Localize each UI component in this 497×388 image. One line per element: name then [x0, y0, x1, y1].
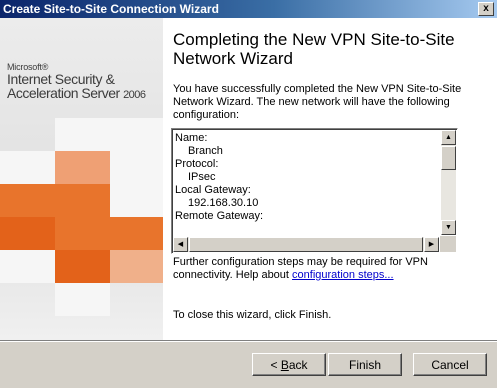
banner-tile [110, 250, 163, 283]
closing-instruction: To close this wizard, click Finish. [173, 309, 332, 321]
scroll-left-button[interactable]: ◀ [173, 237, 188, 252]
banner-tile [55, 118, 110, 151]
config-line: Name: [175, 132, 208, 144]
configuration-summary-box[interactable]: Name: Branch Protocol: IPsec Local Gateway: 1… [171, 128, 458, 254]
config-line: Branch [188, 145, 223, 157]
scroll-down-button[interactable]: ▼ [441, 220, 456, 235]
banner-tile [55, 184, 110, 217]
intro-text: You have successfully completed the New … [173, 83, 462, 121]
back-button[interactable]: < Back [252, 353, 326, 376]
back-arrow: < [270, 358, 281, 372]
config-line: 192.168.30.10 [188, 197, 259, 209]
banner-tile [110, 217, 163, 250]
back-label: ack [288, 358, 308, 372]
banner-tile [110, 184, 163, 217]
wizard-window: Create Site-to-Site Connection Wizard x … [0, 0, 497, 388]
scrollbar-corner [440, 236, 456, 252]
horizontal-scrollbar[interactable]: ◀ ▶ [173, 237, 439, 252]
configuration-steps-link[interactable]: configuration steps... [292, 269, 394, 281]
product-logo: Microsoft® Internet Security & Accelerat… [7, 62, 146, 103]
further-config-note: Further configuration steps may be requi… [173, 256, 478, 282]
config-line: IPsec [188, 171, 216, 183]
banner-tile [0, 217, 55, 250]
page-title: Completing the New VPN Site-to-Site Netw… [173, 30, 455, 68]
vertical-scroll-thumb[interactable] [441, 146, 456, 170]
banner-tile [55, 250, 110, 283]
vertical-scrollbar[interactable]: ▲ ▼ [441, 130, 456, 235]
configuration-lines: Name: Branch Protocol: IPsec Local Gateway: 1… [175, 132, 437, 230]
horizontal-scroll-thumb[interactable] [189, 237, 423, 252]
config-line: Protocol: [175, 158, 219, 170]
wizard-banner: Microsoft® Internet Security & Accelerat… [0, 18, 163, 340]
banner-tile [55, 151, 110, 184]
window-title: Create Site-to-Site Connection Wizard [3, 2, 219, 16]
footer-divider-highlight [0, 341, 497, 342]
banner-tile [110, 151, 163, 184]
banner-tile [0, 184, 55, 217]
banner-tile [110, 118, 163, 151]
config-line: Local Gateway: [175, 184, 251, 196]
logo-line-2: Acceleration Server 2006 [7, 86, 146, 103]
title-bar[interactable]: Create Site-to-Site Connection Wizard x [0, 0, 497, 18]
banner-tile [55, 217, 110, 250]
logo-product-name: Acceleration Server [7, 85, 120, 101]
wizard-content: Completing the New VPN Site-to-Site Netw… [163, 18, 497, 340]
banner-tile [55, 283, 110, 316]
scroll-right-button[interactable]: ▶ [424, 237, 439, 252]
scroll-up-button[interactable]: ▲ [441, 130, 456, 145]
back-mnemonic: B [280, 358, 289, 372]
banner-tile [0, 151, 55, 184]
cancel-button[interactable]: Cancel [413, 353, 487, 376]
finish-button[interactable]: Finish [328, 353, 402, 376]
banner-tile [0, 250, 55, 283]
close-button[interactable]: x [478, 2, 494, 16]
logo-year: 2006 [123, 89, 146, 101]
config-line: Remote Gateway: [175, 210, 264, 222]
logo-line-1: Internet Security & [7, 71, 115, 87]
